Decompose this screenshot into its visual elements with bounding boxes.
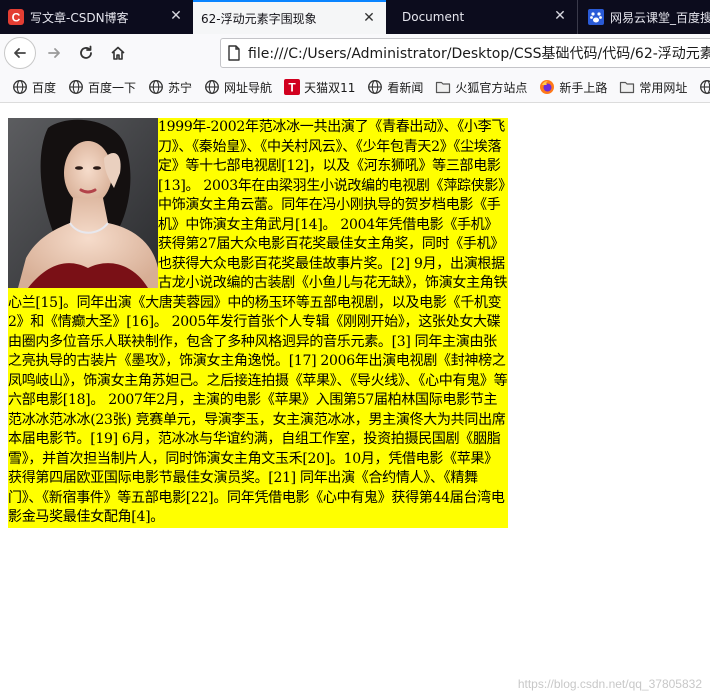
url-text: file:///C:/Users/Administrator/Desktop/C… <box>248 46 710 62</box>
globe-icon <box>204 79 220 95</box>
bookmark-common-sites[interactable]: 常用网址 <box>619 79 687 96</box>
bookmark-firefox-site[interactable]: 火狐官方站点 <box>435 79 527 96</box>
close-icon[interactable]: ✕ <box>553 9 567 23</box>
bookmark-label: 常用网址 <box>639 80 688 95</box>
back-button[interactable] <box>4 37 36 69</box>
firefox-icon <box>539 79 555 95</box>
page-icon <box>228 45 240 61</box>
bookmark-baidu-search[interactable]: 百度一下 <box>68 79 136 96</box>
tab-label: Document <box>402 10 465 24</box>
globe-icon <box>12 79 28 95</box>
navigation-bar: file:///C:/Users/Administrator/Desktop/C… <box>0 34 710 72</box>
csdn-logo-icon: C <box>8 9 24 25</box>
tab-csdn[interactable]: C 写文章-CSDN博客 ✕ <box>0 0 193 34</box>
tab-label: 62-浮动元素字围现象 <box>201 11 317 26</box>
baidu-paw-icon <box>588 9 604 25</box>
folder-icon <box>619 79 635 95</box>
tab-label: 写文章-CSDN博客 <box>30 10 129 25</box>
bookmark-label: 苏宁 <box>168 80 193 95</box>
reload-icon <box>80 45 92 59</box>
tmall-icon: T <box>284 79 301 95</box>
home-icon <box>111 46 125 60</box>
address-bar[interactable]: file:///C:/Users/Administrator/Desktop/C… <box>220 38 710 68</box>
bookmark-suning[interactable]: 苏宁 <box>148 79 192 96</box>
reload-button[interactable] <box>72 39 100 67</box>
close-icon[interactable]: ✕ <box>169 9 183 23</box>
tab-strip: C 写文章-CSDN博客 ✕ 62-浮动元素字围现象 ✕ Document ✕ … <box>0 0 710 34</box>
bookmark-nav[interactable]: 网址导航 <box>204 79 272 96</box>
bookmark-label: 网址导航 <box>224 80 273 95</box>
bookmark-label: 火狐官方站点 <box>455 80 528 95</box>
bookmark-label: 看新闻 <box>387 80 424 95</box>
globe-icon <box>699 79 710 95</box>
bookmarks-bar: 百度 百度一下 苏宁 网址导航 T 天猫双11 看新闻 火狐官方站点 新手上路 … <box>0 72 710 103</box>
watermark: https://blog.csdn.net/qq_37805832 <box>517 677 702 691</box>
tab-baidu[interactable]: 网易云课堂_百度搜 <box>578 0 710 34</box>
globe-icon <box>367 79 383 95</box>
tab-document[interactable]: Document ✕ <box>386 0 578 34</box>
bookmark-tmall[interactable]: T 天猫双11 <box>284 79 355 96</box>
bookmark-baidu[interactable]: 百度 <box>12 79 56 96</box>
bookmark-label: 百度一下 <box>88 80 137 95</box>
folder-icon <box>435 79 451 95</box>
portrait-image <box>8 118 158 288</box>
arrow-right-icon <box>48 48 60 58</box>
bookmark-label: 新手上路 <box>559 80 608 95</box>
bookmark-label: 百度 <box>32 80 57 95</box>
globe-icon <box>148 79 164 95</box>
forward-button[interactable] <box>40 39 68 67</box>
tab-label: 网易云课堂_百度搜 <box>610 10 710 25</box>
float-text-container: 1999年-2002年范冰冰一共出演了《青春出动》、《小李飞刀》、《秦始皇》、《… <box>8 118 508 528</box>
bookmark-getting-started[interactable]: 新手上路 <box>539 79 607 96</box>
svg-text:C: C <box>12 11 21 25</box>
bookmark-overflow[interactable] <box>699 79 710 95</box>
globe-icon <box>68 79 84 95</box>
svg-text:T: T <box>288 81 296 95</box>
close-icon[interactable]: ✕ <box>362 11 376 25</box>
tab-floating-text[interactable]: 62-浮动元素字围现象 ✕ <box>193 0 386 34</box>
bookmark-label: 天猫双11 <box>304 80 356 95</box>
home-button[interactable] <box>104 39 132 67</box>
bookmark-news[interactable]: 看新闻 <box>367 79 423 96</box>
arrow-left-icon <box>14 48 26 58</box>
